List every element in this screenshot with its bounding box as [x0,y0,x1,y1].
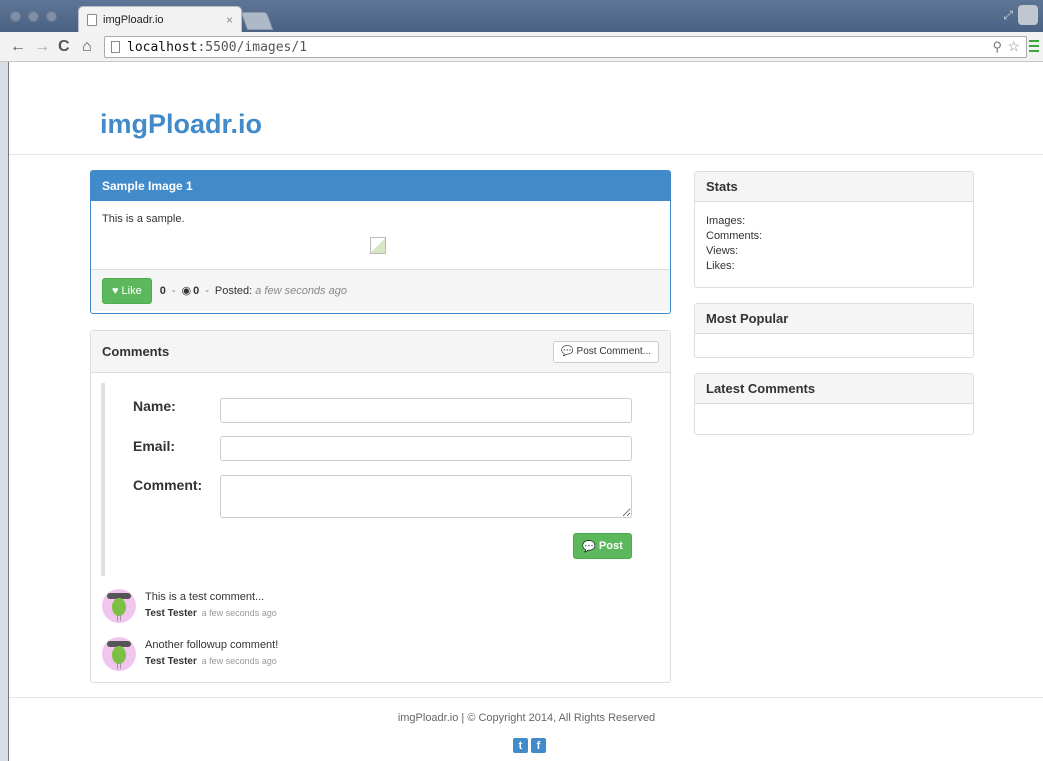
post-button[interactable]: 💬 Post [573,533,632,559]
social-links: t f [513,738,546,753]
name-label: Name: [133,398,176,414]
image-footer: ♥ Like 0 - ◉ 0 - Posted: a few seconds a… [91,269,670,311]
comments-icon: 💬 [561,346,574,357]
browser-toolbar: ← → C ⌂ localhost :5500/images/1 ⚲ ☆ [0,32,1043,62]
site-brand-link[interactable]: imgPloadr.io [100,109,262,140]
comment-textarea[interactable] [220,475,632,518]
comment-time: a few seconds ago [201,656,277,666]
avatar [102,589,136,623]
name-input[interactable] [220,398,632,423]
bookmark-star-icon[interactable]: ☆ [1007,38,1020,55]
eye-icon: ◉ [181,285,192,297]
posted-label: Posted: [214,284,253,297]
window-controls [10,11,57,22]
image-title: Sample Image 1 [91,171,670,201]
comment-author: Test Tester a few seconds ago [145,656,277,667]
user-profile-icon[interactable] [1018,5,1038,25]
like-label: Like [121,284,142,297]
fullscreen-icon[interactable]: ⤢ [1003,8,1013,23]
new-tab-button[interactable] [240,12,274,30]
stats-views-label: Views: [706,245,739,257]
post-label: Post [598,540,623,552]
browser-menu-icon[interactable] [1029,40,1039,55]
zoom-window-button[interactable] [46,11,57,22]
back-arrow-icon[interactable]: ← [10,37,26,57]
comment-item: Another followup comment! Test Tester a … [102,637,662,677]
heart-icon: ♥ [112,284,119,297]
comment-form: Name: Email: Comment: 💬 Post [101,383,671,576]
stats-panel: Stats Images: Comments: Views: Likes: [694,171,974,288]
comments-title: Comments [102,344,170,359]
separator: - [171,284,176,297]
speech-bubble-icon: 💬 [582,540,596,553]
broken-image-icon [370,237,386,254]
close-window-button[interactable] [10,11,21,22]
avatar [102,637,136,671]
comment-time: a few seconds ago [201,608,277,618]
likes-count: 0 [159,284,166,297]
comment-author: Test Tester a few seconds ago [145,608,277,619]
comments-heading: Comments 💬 Post Comment... [91,331,670,373]
comments-panel: Comments 💬 Post Comment... Name: Email: … [90,330,671,683]
author-name: Test Tester [145,656,197,667]
most-popular-panel: Most Popular [694,303,974,358]
url-host: localhost [127,39,198,55]
posted-time: a few seconds ago [255,284,347,297]
latest-comments-title: Latest Comments [695,374,973,404]
post-comment-button[interactable]: 💬 Post Comment... [553,340,659,363]
twitter-icon[interactable]: t [513,738,528,753]
minimize-window-button[interactable] [28,11,39,22]
page-icon [87,13,97,26]
reload-icon[interactable]: C [58,37,70,57]
browser-titlebar: imgPloadr.io × ⤢ [0,0,1043,32]
image-body: This is a sample. [91,201,670,269]
image-description: This is a sample. [102,213,185,225]
site-footer: imgPloadr.io | © Copyright 2014, All Rig… [9,697,1043,761]
document-icon [111,41,120,53]
comment-item: This is a test comment... Test Tester a … [102,589,662,629]
stats-title: Stats [695,172,973,202]
most-popular-title: Most Popular [695,304,973,334]
stats-likes-label: Likes: [706,260,735,272]
image-panel: Sample Image 1 This is a sample. ♥ Like … [90,170,671,314]
like-button[interactable]: ♥ Like [102,277,152,304]
stats-images-label: Images: [706,215,746,227]
browser-tab[interactable]: imgPloadr.io × [78,6,242,32]
tab-close-icon[interactable]: × [226,13,233,27]
views-count: 0 [193,284,200,297]
email-label: Email: [133,438,176,454]
zoom-icon[interactable]: ⚲ [992,39,1002,55]
home-icon[interactable]: ⌂ [82,37,92,57]
facebook-icon[interactable]: f [531,738,546,753]
comment-label: Comment: [133,477,203,493]
author-name: Test Tester [145,608,197,619]
comment-text: This is a test comment... [145,591,265,603]
footer-text: imgPloadr.io | © Copyright 2014, All Rig… [397,712,656,724]
email-input[interactable] [220,436,632,461]
forward-arrow-icon[interactable]: → [34,37,50,57]
post-comment-label: Post Comment... [576,346,651,357]
stats-comments-label: Comments: [706,230,763,242]
stats-body: Images: Comments: Views: Likes: [695,202,973,286]
url-path: :5500/images/1 [197,39,308,55]
image-meta: 0 - ◉ 0 - Posted: a few seconds ago [159,284,347,298]
separator: - [205,284,209,297]
web-page: imgPloadr.io Sample Image 1 This is a sa… [8,62,1043,761]
tab-title: imgPloadr.io [103,13,164,26]
address-bar[interactable]: localhost :5500/images/1 ⚲ ☆ [104,36,1027,58]
latest-comments-panel: Latest Comments [694,373,974,435]
site-header: imgPloadr.io [9,62,1043,155]
comment-text: Another followup comment! [145,639,279,651]
